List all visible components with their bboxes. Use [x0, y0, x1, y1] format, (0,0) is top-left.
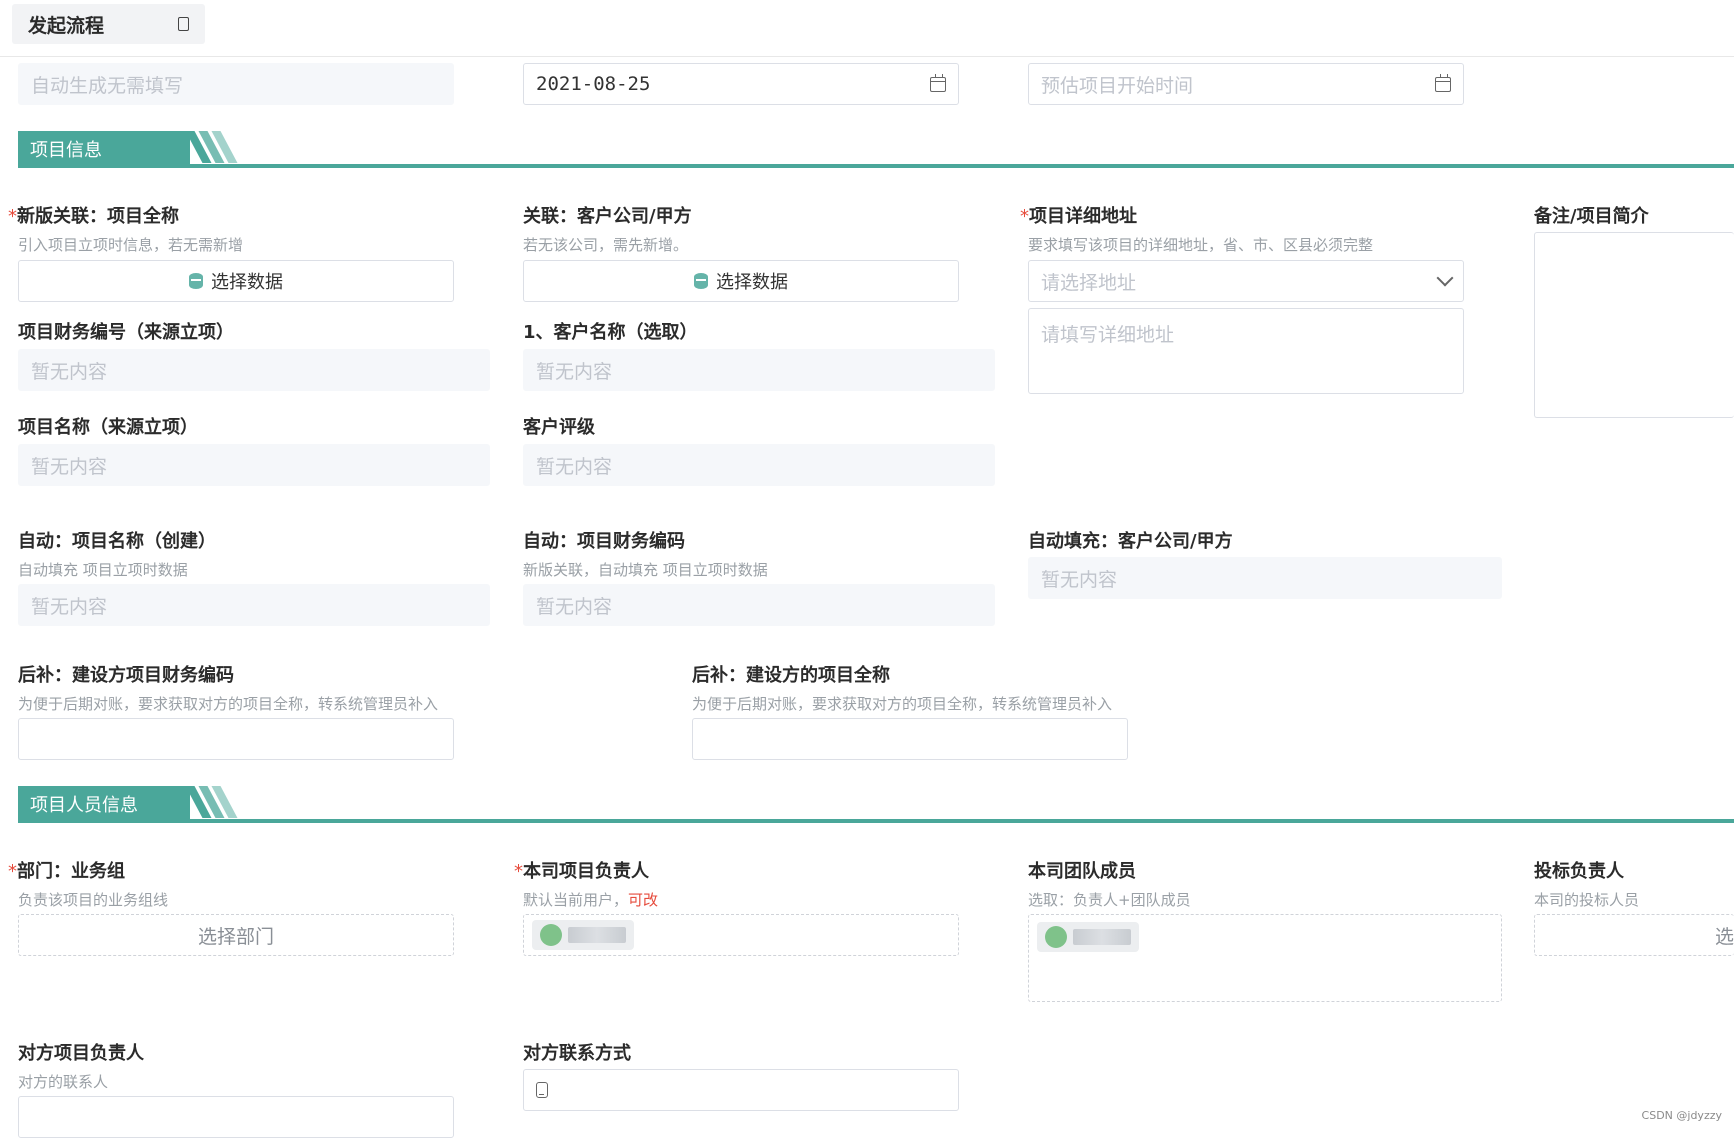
start-time-placeholder: 预估项目开始时间	[1041, 74, 1194, 97]
redacted-username	[1073, 929, 1131, 945]
section-stripes-decoration	[185, 131, 238, 163]
user-chip[interactable]	[1037, 922, 1139, 952]
hint-address: 要求填写该项目的详细地址，省、市、区县必须完整	[1028, 236, 1374, 254]
label-department: *部门：业务组	[8, 861, 125, 882]
label-client-name: 1、客户名称（选取）	[523, 322, 698, 343]
tab-start-process[interactable]: 发起流程	[12, 4, 205, 44]
section-label: 项目信息	[30, 140, 102, 161]
auto-generated-field: 自动生成无需填写	[18, 63, 454, 105]
address-select-placeholder: 请选择地址	[1041, 271, 1137, 294]
section-divider	[18, 164, 1734, 168]
hint-bid-lead: 本司的投标人员	[1534, 891, 1640, 909]
label-counterpart-contact: 对方联系方式	[523, 1043, 631, 1064]
label-builder-finance-code: 后补：建设方项目财务编码	[18, 665, 234, 686]
hint-client-company: 若无该公司，需先新增。	[523, 236, 689, 254]
hint-builder-finance-code: 为便于后期对账，要求获取对方的项目全称，转系统管理员补入	[18, 695, 439, 713]
hint-department: 负责该项目的业务组线	[18, 891, 169, 909]
redacted-username	[568, 927, 626, 943]
team-members-picker[interactable]	[1028, 914, 1502, 1002]
builder-finance-code-input[interactable]	[18, 718, 454, 760]
hint-counterpart-lead: 对方的联系人	[18, 1073, 109, 1091]
start-time-input[interactable]: 预估项目开始时间	[1028, 63, 1464, 105]
hint-auto-project-name: 自动填充 项目立项时数据	[18, 561, 188, 579]
finance-no-field: 暂无内容	[18, 349, 490, 391]
select-bid-lead-button[interactable]: 选	[1534, 914, 1734, 956]
label-remark: 备注/项目简介	[1534, 206, 1649, 227]
label-client-company: 关联：客户公司/甲方	[523, 206, 692, 227]
select-bid-lead-label: 选	[1714, 925, 1734, 948]
section-title-project-people: 项目人员信息	[18, 786, 190, 822]
address-detail-placeholder: 请填写详细地址	[1041, 324, 1175, 346]
label-project-fullname: *新版关联：项目全称	[8, 206, 179, 227]
tab-label: 发起流程	[28, 14, 105, 37]
hint-project-lead: 默认当前用户，可改	[523, 891, 659, 909]
label-counterpart-lead: 对方项目负责人	[18, 1043, 144, 1064]
select-data-label: 选择数据	[211, 272, 283, 293]
label-builder-fullname: 后补：建设方的项目全称	[692, 665, 890, 686]
auto-finance-code-field: 暂无内容	[523, 584, 995, 626]
label-auto-finance-code: 自动：项目财务编码	[523, 531, 685, 552]
tab-close-icon[interactable]	[178, 17, 189, 31]
address-select[interactable]: 请选择地址	[1028, 260, 1464, 302]
avatar	[1045, 926, 1067, 948]
top-divider	[0, 56, 1734, 57]
label-auto-client: 自动填充：客户公司/甲方	[1028, 531, 1233, 552]
database-icon	[189, 273, 203, 289]
auto-client-field: 暂无内容	[1028, 557, 1502, 599]
section-divider	[18, 819, 1734, 823]
project-lead-picker[interactable]	[523, 914, 959, 956]
auto-client-value: 暂无内容	[1041, 568, 1118, 591]
auto-finance-code-value: 暂无内容	[536, 595, 613, 618]
label-project-name-src: 项目名称（来源立项）	[18, 417, 198, 438]
auto-field-placeholder: 自动生成无需填写	[31, 74, 184, 97]
select-data-button-client[interactable]: 选择数据	[523, 260, 959, 302]
client-name-value: 暂无内容	[536, 360, 613, 383]
database-icon	[694, 273, 708, 289]
select-department-label: 选择部门	[197, 925, 274, 948]
client-name-field: 暂无内容	[523, 349, 995, 391]
calendar-icon[interactable]	[1435, 73, 1451, 92]
label-bid-lead: 投标负责人	[1534, 861, 1624, 882]
auto-project-name-field: 暂无内容	[18, 584, 490, 626]
select-data-button-project[interactable]: 选择数据	[18, 260, 454, 302]
remark-textarea[interactable]	[1534, 232, 1734, 418]
label-auto-project-name: 自动：项目名称（创建）	[18, 531, 216, 552]
select-department-button[interactable]: 选择部门	[18, 914, 454, 956]
client-rating-field: 暂无内容	[523, 444, 995, 486]
phone-icon	[536, 1082, 548, 1098]
builder-fullname-input[interactable]	[692, 718, 1128, 760]
label-team-members: 本司团队成员	[1028, 861, 1136, 882]
label-finance-no: 项目财务编号（来源立项）	[18, 322, 234, 343]
watermark: CSDN @jdyzzy	[1641, 1109, 1722, 1122]
section-title-project-info: 项目信息	[18, 131, 190, 167]
section-label: 项目人员信息	[30, 795, 138, 816]
address-detail-textarea[interactable]: 请填写详细地址	[1028, 308, 1464, 394]
label-project-lead: *本司项目负责人	[514, 861, 649, 882]
hint-project-fullname: 引入项目立项时信息，若无需新增	[18, 236, 244, 254]
avatar	[540, 924, 562, 946]
calendar-icon[interactable]	[930, 73, 946, 92]
label-address: *项目详细地址	[1020, 206, 1137, 227]
chevron-down-icon	[1436, 269, 1454, 287]
hint-auto-finance-code: 新版关联，自动填充 项目立项时数据	[523, 561, 768, 579]
project-name-src-field: 暂无内容	[18, 444, 490, 486]
client-rating-value: 暂无内容	[536, 455, 613, 478]
label-client-rating: 客户评级	[523, 417, 595, 438]
counterpart-contact-input[interactable]	[523, 1069, 959, 1111]
auto-project-name-value: 暂无内容	[31, 595, 108, 618]
date-input[interactable]: 2021-08-25	[523, 63, 959, 105]
hint-team-members: 选取：负责人+团队成员	[1028, 891, 1191, 909]
finance-no-value: 暂无内容	[31, 360, 108, 383]
date-value: 2021-08-25	[536, 73, 651, 95]
hint-builder-fullname: 为便于后期对账，要求获取对方的项目全称，转系统管理员补入	[692, 695, 1113, 713]
user-chip[interactable]	[532, 920, 634, 950]
section-stripes-decoration	[185, 786, 238, 818]
project-name-src-value: 暂无内容	[31, 455, 108, 478]
select-data-label: 选择数据	[716, 272, 788, 293]
